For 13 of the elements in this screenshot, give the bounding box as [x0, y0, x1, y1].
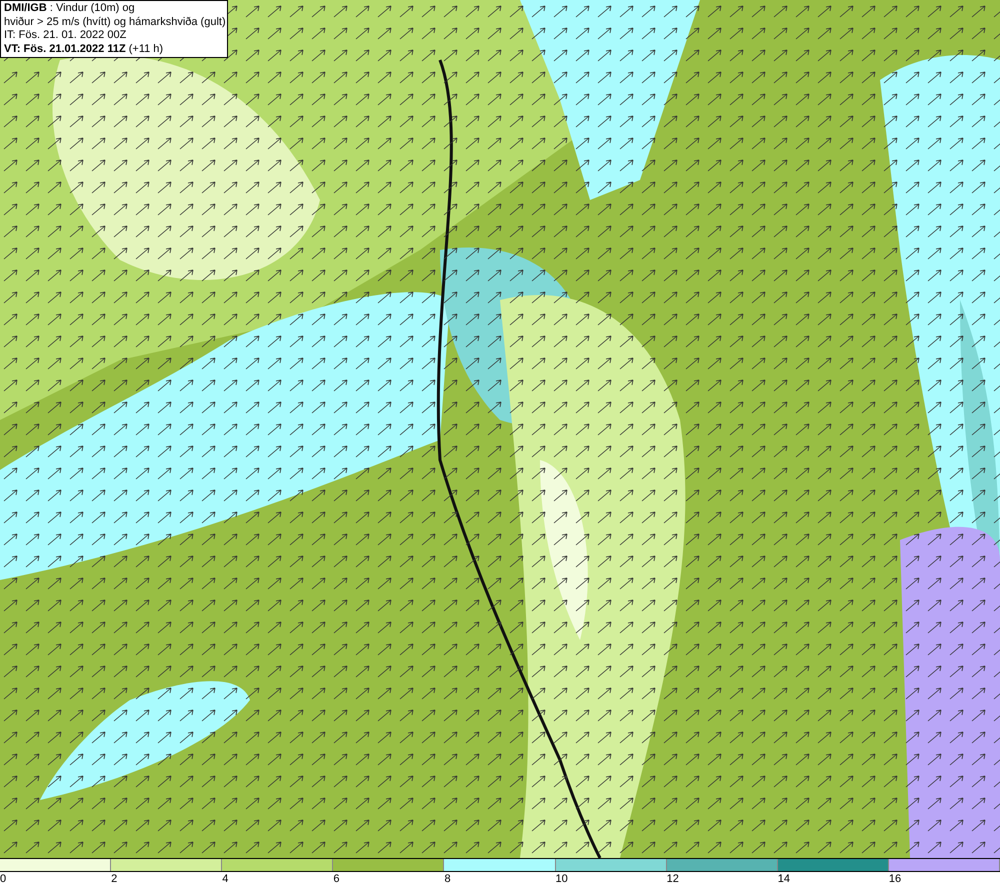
legend-label: 6: [333, 873, 340, 885]
info-text: VT: Fös. 21.01.2022 11Z (+11 h): [4, 42, 164, 56]
legend-label: 2: [111, 873, 118, 885]
legend-label: 8: [444, 873, 451, 885]
info-text: IT: Fös. 21. 01. 2022 00Z: [4, 29, 128, 42]
legend-label: 10: [556, 873, 568, 885]
info-text: hviður > 25 m/s (hvítt) og hámarkshviða (gult): [4, 16, 224, 29]
info-text: DMI/IGB : Vindur (10m) og: [4, 2, 136, 16]
legend-label: 0: [0, 873, 6, 885]
legend-label: 4: [222, 873, 228, 885]
legend-label: 16: [888, 873, 902, 885]
legend-label: 12: [666, 873, 679, 885]
legend-label: 14: [778, 873, 790, 885]
